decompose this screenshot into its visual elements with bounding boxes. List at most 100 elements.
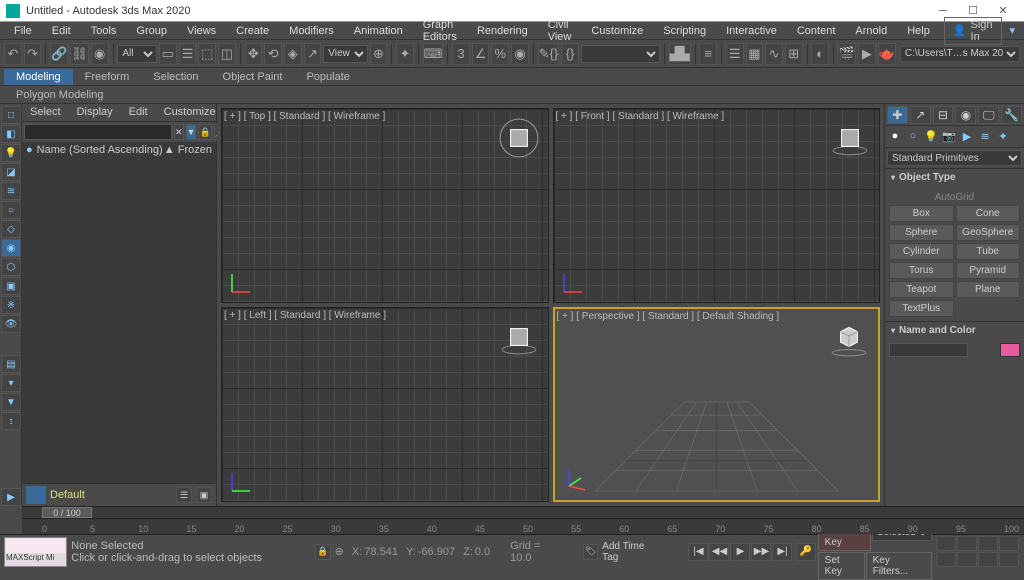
schematic-view-button[interactable]: ⊞ xyxy=(785,43,803,65)
expand-icon[interactable]: ▤ xyxy=(1,355,21,373)
systems-icon[interactable]: ✦ xyxy=(995,128,1011,144)
lock-icon[interactable]: 🔒 xyxy=(198,124,211,140)
utilities-tab[interactable]: 🔧 xyxy=(1001,106,1022,124)
keyfilters-button[interactable]: Key Filters... xyxy=(866,552,932,580)
create-tab[interactable]: ✚ xyxy=(887,106,908,124)
hierarchy-tab[interactable]: ⊟ xyxy=(933,106,954,124)
layer-explorer-button[interactable]: ☰ xyxy=(726,43,744,65)
refcoord-select[interactable]: View xyxy=(323,45,367,63)
name-color-header[interactable]: Name and Color xyxy=(885,322,1024,339)
pyramid-button[interactable]: Pyramid xyxy=(956,262,1021,279)
container-icon[interactable]: ▣ xyxy=(1,277,21,295)
menu-content[interactable]: Content xyxy=(787,23,846,39)
minimize-button[interactable]: ─ xyxy=(928,5,958,17)
select-object-button[interactable]: ▭ xyxy=(159,43,177,65)
group-icon[interactable]: ◉ xyxy=(1,239,21,257)
material-editor-button[interactable]: ◐ xyxy=(811,43,829,65)
ribbon-modeling[interactable]: Modeling xyxy=(4,69,73,85)
zoom-button[interactable] xyxy=(936,536,956,551)
shapes-icon[interactable]: ○ xyxy=(905,128,921,144)
select-name-button[interactable]: ☰ xyxy=(179,43,197,65)
redo-button[interactable]: ↷ xyxy=(24,43,42,65)
ribbon-objectpaint[interactable]: Object Paint xyxy=(211,69,295,85)
maximize-viewport-button[interactable] xyxy=(999,552,1019,567)
viewcube-top[interactable] xyxy=(498,117,540,159)
light-icon[interactable]: 💡 xyxy=(1,144,21,162)
x-value[interactable]: 78.541 xyxy=(364,546,398,558)
textplus-button[interactable]: TextPlus xyxy=(889,300,954,317)
y-value[interactable]: -66.907 xyxy=(418,546,455,558)
maximize-button[interactable]: ☐ xyxy=(958,4,988,17)
fov-button[interactable] xyxy=(936,552,956,567)
scene-tab-display[interactable]: Display xyxy=(69,104,121,121)
cone-button[interactable]: Cone xyxy=(956,205,1021,222)
mirror-button[interactable]: ▟▙ xyxy=(669,43,691,65)
helper-icon[interactable]: ≋ xyxy=(1,182,21,200)
maxscript-listener[interactable]: MAXScript Mi xyxy=(4,537,67,567)
menu-customize[interactable]: Customize xyxy=(581,23,653,39)
layers-icon[interactable]: ☰ xyxy=(176,487,192,503)
viewcube-left[interactable] xyxy=(498,316,540,358)
menu-create[interactable]: Create xyxy=(226,23,279,39)
curve-editor-button[interactable]: ∿ xyxy=(765,43,783,65)
frozen-column[interactable]: ▲ Frozen xyxy=(164,144,212,156)
scene-tab-customize[interactable]: Customize xyxy=(156,104,224,121)
menu-edit[interactable]: Edit xyxy=(42,23,81,39)
viewcube-persp[interactable] xyxy=(828,317,870,359)
helpers-icon[interactable]: ▶ xyxy=(959,128,975,144)
select-place-button[interactable]: ↗ xyxy=(304,43,322,65)
goto-end-button[interactable]: ▶| xyxy=(772,543,792,561)
close-button[interactable]: ✕ xyxy=(988,4,1018,17)
menu-help[interactable]: Help xyxy=(897,23,940,39)
frozen-icon[interactable]: ※ xyxy=(1,296,21,314)
viewport-left-label[interactable]: [ + ] [ Left ] [ Standard ] [ Wireframe … xyxy=(224,310,386,321)
named-selection[interactable] xyxy=(581,45,660,63)
default-layer[interactable]: Default xyxy=(50,489,85,501)
viewport-left[interactable]: [ + ] [ Left ] [ Standard ] [ Wireframe … xyxy=(221,307,549,502)
spacewarps-icon[interactable]: ≋ xyxy=(977,128,993,144)
filter-funnel-icon[interactable]: ▼ xyxy=(186,124,197,140)
scene-tab-select[interactable]: Select xyxy=(22,104,69,121)
camera-icon[interactable]: ◪ xyxy=(1,163,21,181)
zoom-extents-button[interactable] xyxy=(978,536,998,551)
time-tag-icon[interactable]: 🏷 xyxy=(583,544,598,560)
orbit-button[interactable] xyxy=(978,552,998,567)
shape-icon[interactable]: ○ xyxy=(1,201,21,219)
render-button[interactable]: 🫖 xyxy=(878,43,896,65)
zoom-extents-all-button[interactable] xyxy=(999,536,1019,551)
render-setup-button[interactable]: 🎬 xyxy=(838,43,856,65)
filter-icon[interactable]: ▼ xyxy=(1,393,21,411)
expand-panel-icon[interactable]: ▶ xyxy=(1,488,21,506)
geosphere-button[interactable]: GeoSphere xyxy=(956,224,1021,241)
bone-icon[interactable]: ⬡ xyxy=(1,258,21,276)
invert-selection-icon[interactable]: ◧ xyxy=(1,125,21,143)
name-column[interactable]: Name (Sorted Ascending) xyxy=(37,144,164,156)
menu-modifiers[interactable]: Modifiers xyxy=(279,23,344,39)
sphere-button[interactable]: Sphere xyxy=(889,224,954,241)
zoom-all-button[interactable] xyxy=(957,536,977,551)
ribbon-freeform[interactable]: Freeform xyxy=(73,69,142,85)
play-button[interactable]: ▶ xyxy=(730,543,750,561)
undo-button[interactable]: ↶ xyxy=(4,43,22,65)
chevron-down-icon[interactable]: ▾ xyxy=(1010,24,1016,37)
select-manipulate-button[interactable]: ✦ xyxy=(396,43,414,65)
scene-search-input[interactable] xyxy=(24,124,172,140)
signin-button[interactable]: 👤 Sign In xyxy=(944,17,1002,45)
viewport-persp-label[interactable]: [ + ] [ Perspective ] [ Standard ] [ Def… xyxy=(557,311,780,322)
toggle-ribbon-button[interactable]: ▦ xyxy=(746,43,764,65)
hidden-icon[interactable]: 👁 xyxy=(1,315,21,333)
display-tab[interactable]: 🖵 xyxy=(978,106,999,124)
next-frame-button[interactable]: ▶▶ xyxy=(751,543,771,561)
prev-frame-button[interactable]: ◀◀ xyxy=(709,543,729,561)
menu-views[interactable]: Views xyxy=(177,23,226,39)
pan-button[interactable] xyxy=(957,552,977,567)
select-all-icon[interactable]: □ xyxy=(1,106,21,124)
autogrid-checkbox[interactable]: AutoGrid xyxy=(889,190,1020,205)
snap-toggle-button[interactable]: 3 xyxy=(452,43,470,65)
viewport-front-label[interactable]: [ + ] [ Front ] [ Standard ] [ Wireframe… xyxy=(556,111,725,122)
menu-grapheditors[interactable]: Graph Editors xyxy=(413,17,467,45)
time-slider[interactable]: 0 / 100 xyxy=(42,507,92,518)
align-button[interactable]: ≡ xyxy=(699,43,717,65)
collapse-icon[interactable]: ▾ xyxy=(1,374,21,392)
viewport-top[interactable]: [ + ] [ Top ] [ Standard ] [ Wireframe ] xyxy=(221,108,549,303)
